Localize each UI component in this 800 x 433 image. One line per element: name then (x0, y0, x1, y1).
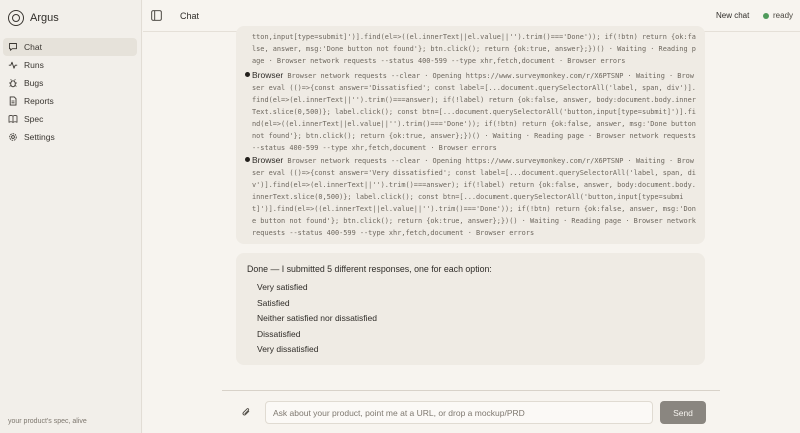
tool-name: Browser (252, 155, 284, 165)
sidebar-item-spec[interactable]: Spec (3, 110, 137, 128)
sidebar-nav: Chat Runs Bugs Reports Spec Settings (3, 38, 137, 146)
paperclip-icon[interactable] (241, 407, 252, 418)
sidebar-toggle-icon[interactable] (151, 10, 162, 21)
sidebar-item-chat[interactable]: Chat (3, 38, 137, 56)
list-item: Very satisfied (257, 282, 308, 292)
sidebar-item-label: Settings (24, 132, 55, 142)
sidebar-item-bugs[interactable]: Bugs (3, 74, 137, 92)
status-text: ready (773, 11, 794, 20)
prompt-input[interactable] (265, 401, 653, 424)
sidebar-item-settings[interactable]: Settings (3, 128, 137, 146)
tool-name: Browser (252, 70, 284, 80)
response-list: Very satisfied Satisfied Neither satisfi… (257, 282, 377, 360)
bullet-icon (245, 157, 250, 162)
sidebar-item-label: Chat (24, 42, 42, 52)
tool-entry: Browser Browser network requests --clear… (252, 69, 698, 154)
tool-entry-text: Browser network requests --clear · Openi… (252, 157, 696, 237)
page-title: Chat (180, 11, 200, 21)
sidebar: Argus Chat Runs Bugs Reports Spec Settin… (0, 0, 142, 433)
tool-entry-text: Browser network requests --clear · Openi… (252, 72, 696, 152)
chat-bubble-icon (8, 42, 18, 52)
tool-entry: Browser Browser network requests --clear… (252, 154, 698, 239)
composer-divider (222, 390, 720, 391)
message-text: Done — I submitted 5 different responses… (247, 264, 492, 274)
main-panel: Chat New chat ready tton,input[type=subm… (143, 0, 800, 433)
document-icon (8, 96, 18, 106)
send-button[interactable]: Send (660, 401, 706, 424)
gear-icon (8, 132, 18, 142)
sidebar-item-runs[interactable]: Runs (3, 56, 137, 74)
status-indicator-icon (763, 13, 769, 19)
app-name: Argus (30, 12, 59, 24)
tool-activity-card: tton,input[type=submit]')].find(el=>((el… (236, 26, 705, 244)
new-chat-button[interactable]: New chat (716, 11, 749, 20)
app-tagline: your product's spec, alive (8, 418, 87, 425)
bug-icon (8, 78, 18, 88)
sidebar-item-label: Bugs (24, 78, 44, 88)
argus-logo-icon (8, 10, 24, 26)
brand[interactable]: Argus (8, 9, 59, 27)
sidebar-item-label: Reports (24, 96, 54, 106)
list-item: Dissatisfied (257, 328, 301, 339)
sidebar-item-reports[interactable]: Reports (3, 92, 137, 110)
tool-entry-partial: tton,input[type=submit]')].find(el=>((el… (252, 33, 696, 65)
book-icon (8, 114, 18, 124)
list-item: Neither satisfied nor dissatisfied (257, 313, 378, 324)
activity-icon (8, 60, 18, 70)
list-item: Satisfied (257, 297, 290, 308)
assistant-message: Done — I submitted 5 different responses… (236, 253, 705, 365)
sidebar-item-label: Runs (24, 60, 44, 70)
bullet-icon (245, 72, 250, 77)
sidebar-item-label: Spec (24, 114, 44, 124)
list-item: Very dissatisfied (257, 344, 319, 355)
